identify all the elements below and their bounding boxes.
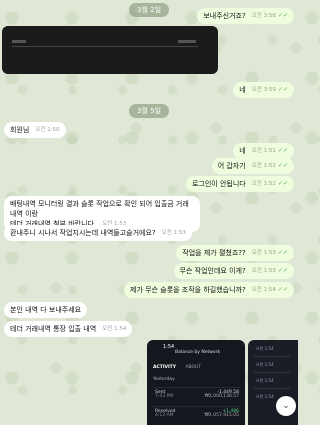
screenshot-image[interactable]: 1:54 Balance by Network ACTIVITY ABOUT Y… bbox=[147, 340, 245, 425]
media-detail bbox=[178, 40, 196, 43]
side-time: 오전 1:54 bbox=[256, 346, 274, 351]
message-text: 본인 내역 다 보내주세요 bbox=[10, 306, 82, 314]
phone-tab-about: ABOUT bbox=[185, 365, 202, 370]
side-divider bbox=[254, 388, 290, 389]
message-bubble[interactable]: 본인 내역 다 보내주세요 bbox=[4, 302, 88, 318]
message-bubble[interactable]: 무슨 작업인데요 이게? 오전 1:53 ✓✓ bbox=[173, 263, 294, 279]
message-time: 오전 1:51 ✓✓ bbox=[251, 147, 288, 154]
read-check-icon: ✓✓ bbox=[277, 267, 288, 274]
read-check-icon: ✓✓ bbox=[277, 147, 288, 154]
phone-tab-activity: ACTIVITY bbox=[153, 365, 177, 370]
message-time: 오전 1:52 ✓✓ bbox=[251, 180, 288, 187]
message-bubble[interactable]: 로그인이 안됩니다 오전 1:52 ✓✓ bbox=[185, 176, 294, 192]
message-time: 오전 1:53 ✓✓ bbox=[251, 249, 288, 256]
side-time: 오전 1:54 bbox=[256, 362, 274, 367]
read-check-icon: ✓✓ bbox=[277, 12, 288, 19]
read-check-icon: ✓✓ bbox=[277, 180, 288, 187]
read-check-icon: ✓✓ bbox=[277, 86, 288, 93]
date-separator: 3월 5일 bbox=[128, 104, 170, 118]
phone-tx-row: Received 4:12 AM +1,486 ₩2,057,915.05 bbox=[153, 406, 241, 418]
message-text: 네 bbox=[239, 86, 246, 94]
media-attachment[interactable] bbox=[2, 26, 218, 74]
side-time: 오전 1:54 bbox=[256, 378, 274, 383]
message-bubble[interactable]: 작업을 제가 펼쳤죠?? 오전 1:53 ✓✓ bbox=[176, 245, 294, 261]
message-time: 오전 1:50 bbox=[35, 127, 60, 133]
side-divider bbox=[254, 372, 290, 373]
message-text: 네 bbox=[239, 147, 246, 155]
message-text: 어 갑자기 bbox=[217, 162, 246, 170]
side-time: 오전 1:54 bbox=[256, 394, 274, 399]
side-divider bbox=[254, 356, 290, 357]
tx-time: 4:12 AM bbox=[155, 413, 174, 418]
phone-tabs: ACTIVITY ABOUT bbox=[153, 365, 201, 370]
phone-time: 1:54 bbox=[163, 344, 175, 350]
read-check-icon: ✓✓ bbox=[277, 249, 288, 256]
message-text: 배팅내역 모니터링 결과 슬롯 작업으로 확인 되어 입출금 거래내역 이랑 bbox=[10, 200, 189, 218]
message-text: 작업을 제가 펼쳤죠?? bbox=[182, 249, 246, 257]
read-check-icon: ✓✓ bbox=[277, 162, 288, 169]
message-text: 보내주신거죠? bbox=[203, 12, 246, 20]
phone-header: Balance by Network bbox=[175, 350, 221, 355]
message-time: 오전 1:53 ✓✓ bbox=[251, 267, 288, 274]
chat-history[interactable]: 3월 2일 보내주신거죠? 오전 3:58 ✓✓ 네 오전 3:59 ✓✓ 3월 5일 … bbox=[0, 0, 298, 425]
read-check-icon: ✓✓ bbox=[277, 286, 288, 293]
message-text: 회원님 bbox=[10, 126, 30, 134]
message-time: 오전 3:59 ✓✓ bbox=[251, 86, 288, 93]
message-bubble[interactable]: 네 오전 1:51 ✓✓ bbox=[233, 143, 294, 159]
message-bubble[interactable]: 환내주니 시나서 작업지시는데 내역들고슬거에요? 오전 1:53 bbox=[4, 225, 192, 241]
message-time: 오전 1:53 bbox=[161, 230, 186, 236]
message-time: 오전 1:52 ✓✓ bbox=[251, 162, 288, 169]
chevron-down-icon: ⌄ bbox=[282, 401, 290, 411]
media-detail bbox=[12, 40, 26, 43]
message-time: 오전 3:58 ✓✓ bbox=[251, 12, 288, 19]
message-bubble[interactable]: 테더 거래내역 통장 입출 내역 오전 1:54 bbox=[4, 321, 133, 337]
phone-section: Yesterday bbox=[153, 377, 175, 382]
message-bubble[interactable]: 회원님 오전 1:50 bbox=[4, 122, 66, 138]
date-separator: 3월 2일 bbox=[128, 3, 170, 17]
message-time: 오전 1:54 ✓✓ bbox=[251, 286, 288, 293]
message-text: 로그인이 안됩니다 bbox=[191, 180, 246, 188]
scroll-down-button[interactable]: ⌄ bbox=[276, 396, 296, 416]
phone-tx-row: Sent 7:43 PM -1,449.58 ₩2,000,136.57 bbox=[153, 387, 241, 399]
message-text: 제가 무슨 슬롯을 조작을 하길했습니까? bbox=[130, 286, 246, 294]
media-divider bbox=[12, 46, 198, 47]
message-bubble[interactable]: 보내주신거죠? 오전 3:58 ✓✓ bbox=[197, 8, 294, 24]
message-bubble[interactable]: 네 오전 3:59 ✓✓ bbox=[233, 82, 294, 98]
tx-time: 7:43 PM bbox=[155, 394, 174, 399]
message-text: 환내주니 시나서 작업지시는데 내역들고슬거에요? bbox=[10, 229, 156, 237]
message-bubble[interactable]: 제가 무슨 슬롯을 조작을 하길했습니까? 오전 1:54 ✓✓ bbox=[124, 282, 294, 298]
message-text: 무슨 작업인데요 이게? bbox=[179, 267, 246, 275]
tx-krw: ₩2,057,915.05 bbox=[204, 413, 239, 418]
message-bubble[interactable]: 어 갑자기 오전 1:52 ✓✓ bbox=[211, 158, 294, 174]
message-time: 오전 1:54 bbox=[102, 326, 127, 332]
message-text: 테더 거래내역 통장 입출 내역 bbox=[10, 325, 97, 333]
tx-krw: ₩2,000,136.57 bbox=[204, 394, 239, 399]
